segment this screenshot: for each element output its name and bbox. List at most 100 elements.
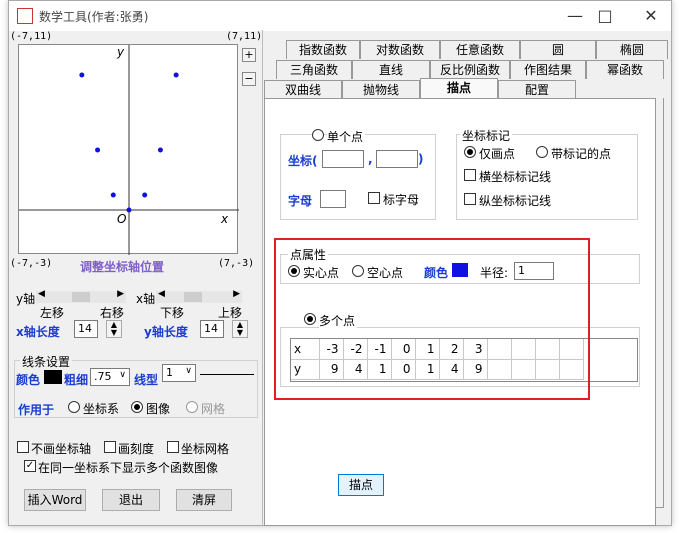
coord-mark-title: 坐标标记 bbox=[460, 127, 513, 144]
line-width-value: .75 bbox=[94, 370, 112, 383]
tab-exp[interactable]: 指数函数 bbox=[286, 40, 360, 59]
up-move-label: 上移 bbox=[218, 306, 243, 320]
v-mark-line-checkbox[interactable] bbox=[464, 193, 476, 205]
graph-point bbox=[142, 192, 148, 198]
clear-button[interactable]: 清屏 bbox=[176, 489, 232, 511]
multi-graph-label: 在同一坐标系下显示多个函数图像 bbox=[38, 461, 219, 475]
y-length-input[interactable]: 14 bbox=[200, 320, 224, 338]
letter-input[interactable] bbox=[320, 190, 346, 208]
corner-bottom-left: (-7,-3) bbox=[10, 258, 53, 269]
only-dot-label: 仅画点 bbox=[479, 147, 516, 161]
tab-circle[interactable]: 圆 bbox=[520, 40, 596, 59]
graph-point bbox=[173, 72, 179, 78]
single-point-radio[interactable] bbox=[312, 129, 324, 141]
tab-ellipse[interactable]: 椭圆 bbox=[596, 40, 668, 59]
left-move-label: 左移 bbox=[40, 306, 65, 320]
h-mark-line-label: 横坐标标记线 bbox=[479, 170, 552, 184]
line-settings-title: 线条设置 bbox=[20, 353, 73, 370]
apply-image-radio[interactable] bbox=[131, 401, 143, 413]
graph-point bbox=[79, 72, 85, 78]
y-axis-label: y bbox=[117, 45, 125, 59]
mark-letter-label: 标字母 bbox=[383, 193, 420, 207]
corner-top-right: (7,11) bbox=[226, 31, 263, 42]
tick-checkbox[interactable] bbox=[104, 441, 116, 453]
coord-x-input[interactable] bbox=[322, 150, 364, 168]
tab-trig[interactable]: 三角函数 bbox=[276, 60, 352, 79]
apply-axes-radio[interactable] bbox=[68, 401, 80, 413]
y-length-label: y轴长度 bbox=[144, 325, 188, 339]
tab-parabola[interactable]: 抛物线 bbox=[342, 80, 420, 99]
line-color-label: 颜色 bbox=[16, 373, 41, 387]
tab-hyperbola[interactable]: 双曲线 bbox=[264, 80, 342, 99]
y-axis-scrollbar[interactable]: ◀ ▶ bbox=[36, 289, 126, 303]
tab-plot-points[interactable]: 描点 bbox=[420, 78, 498, 99]
title-bar: 数学工具(作者:张勇) — □ ✕ bbox=[9, 1, 671, 31]
line-style-select[interactable]: 1 ∨ bbox=[162, 364, 196, 382]
window-title: 数学工具(作者:张勇) bbox=[39, 10, 149, 24]
grid-checkbox[interactable] bbox=[167, 441, 179, 453]
insert-word-button[interactable]: 插入Word bbox=[24, 489, 86, 511]
close-icon[interactable]: ✕ bbox=[639, 5, 663, 27]
app-icon bbox=[17, 8, 33, 24]
line-color-swatch[interactable] bbox=[44, 370, 62, 384]
tab-line[interactable]: 直线 bbox=[352, 60, 430, 79]
with-mark-radio[interactable] bbox=[536, 146, 548, 158]
coord-y-input[interactable] bbox=[376, 150, 418, 168]
tab-stack-edge bbox=[656, 98, 664, 508]
tab-power[interactable]: 幂函数 bbox=[586, 60, 664, 79]
x-length-input[interactable]: 14 bbox=[74, 320, 98, 338]
exit-button[interactable]: 退出 bbox=[102, 489, 160, 511]
mark-letter-checkbox[interactable] bbox=[368, 192, 380, 204]
adjust-axis-label: 调整坐标轴位置 bbox=[80, 260, 165, 274]
y-length-stepper[interactable]: ▲ ▼ bbox=[232, 320, 248, 338]
multi-graph-checkbox[interactable]: ✓ bbox=[24, 460, 36, 472]
line-style-value: 1 bbox=[166, 366, 173, 379]
tab-result[interactable]: 作图结果 bbox=[510, 60, 586, 79]
x-axis-move-label: x轴 bbox=[136, 292, 156, 306]
origin-label: O bbox=[117, 212, 127, 226]
apply-grid-label: 网格 bbox=[201, 402, 226, 416]
x-axis-scrollbar[interactable]: ◀ ▶ bbox=[156, 289, 242, 303]
maximize-icon[interactable]: □ bbox=[593, 5, 617, 27]
plot-button[interactable]: 描点 bbox=[338, 474, 384, 496]
line-style-label: 线型 bbox=[134, 373, 159, 387]
graph-plot bbox=[19, 45, 239, 255]
corner-bottom-right: (7,-3) bbox=[218, 258, 255, 269]
single-point-label: 单个点 bbox=[327, 128, 366, 145]
apply-axes-label: 坐标系 bbox=[83, 402, 120, 416]
chevron-down-icon: ∨ bbox=[185, 366, 192, 376]
with-mark-label: 带标记的点 bbox=[551, 147, 612, 161]
no-axis-checkbox[interactable] bbox=[17, 441, 29, 453]
graph-point bbox=[157, 147, 163, 153]
h-mark-line-checkbox[interactable] bbox=[464, 169, 476, 181]
line-width-select[interactable]: .75 ∨ bbox=[90, 368, 130, 386]
tab-any[interactable]: 任意函数 bbox=[440, 40, 520, 59]
tick-label: 画刻度 bbox=[118, 442, 155, 456]
right-move-label: 右移 bbox=[100, 306, 125, 320]
tab-inverse[interactable]: 反比例函数 bbox=[430, 60, 510, 79]
coord-close-paren: ) bbox=[418, 152, 424, 166]
tab-log[interactable]: 对数函数 bbox=[360, 40, 440, 59]
chevron-down-icon: ∨ bbox=[119, 370, 126, 380]
corner-top-left: (-7,11) bbox=[10, 31, 53, 42]
graph-canvas[interactable]: y x O bbox=[18, 44, 239, 255]
tab-config[interactable]: 配置 bbox=[498, 80, 576, 99]
only-dot-radio[interactable] bbox=[464, 146, 476, 158]
line-width-label: 粗细 bbox=[64, 373, 89, 387]
graph-point bbox=[126, 207, 132, 213]
no-axis-label: 不画坐标轴 bbox=[31, 442, 92, 456]
graph-point bbox=[95, 147, 101, 153]
v-mark-line-label: 纵坐标标记线 bbox=[479, 194, 552, 208]
apply-grid-radio[interactable] bbox=[186, 401, 198, 413]
highlight-box bbox=[274, 238, 590, 400]
minimize-icon[interactable]: — bbox=[563, 5, 587, 27]
coord-label: 坐标( bbox=[288, 154, 318, 168]
x-length-stepper[interactable]: ▲ ▼ bbox=[106, 320, 122, 338]
x-axis-label: x bbox=[221, 212, 229, 226]
grid-label: 坐标网格 bbox=[181, 442, 230, 456]
apply-to-label: 作用于 bbox=[18, 403, 55, 417]
zoom-in-button[interactable]: + bbox=[242, 48, 256, 62]
letter-label: 字母 bbox=[288, 194, 313, 208]
zoom-out-button[interactable]: − bbox=[242, 72, 256, 86]
coord-comma: , bbox=[368, 152, 373, 166]
